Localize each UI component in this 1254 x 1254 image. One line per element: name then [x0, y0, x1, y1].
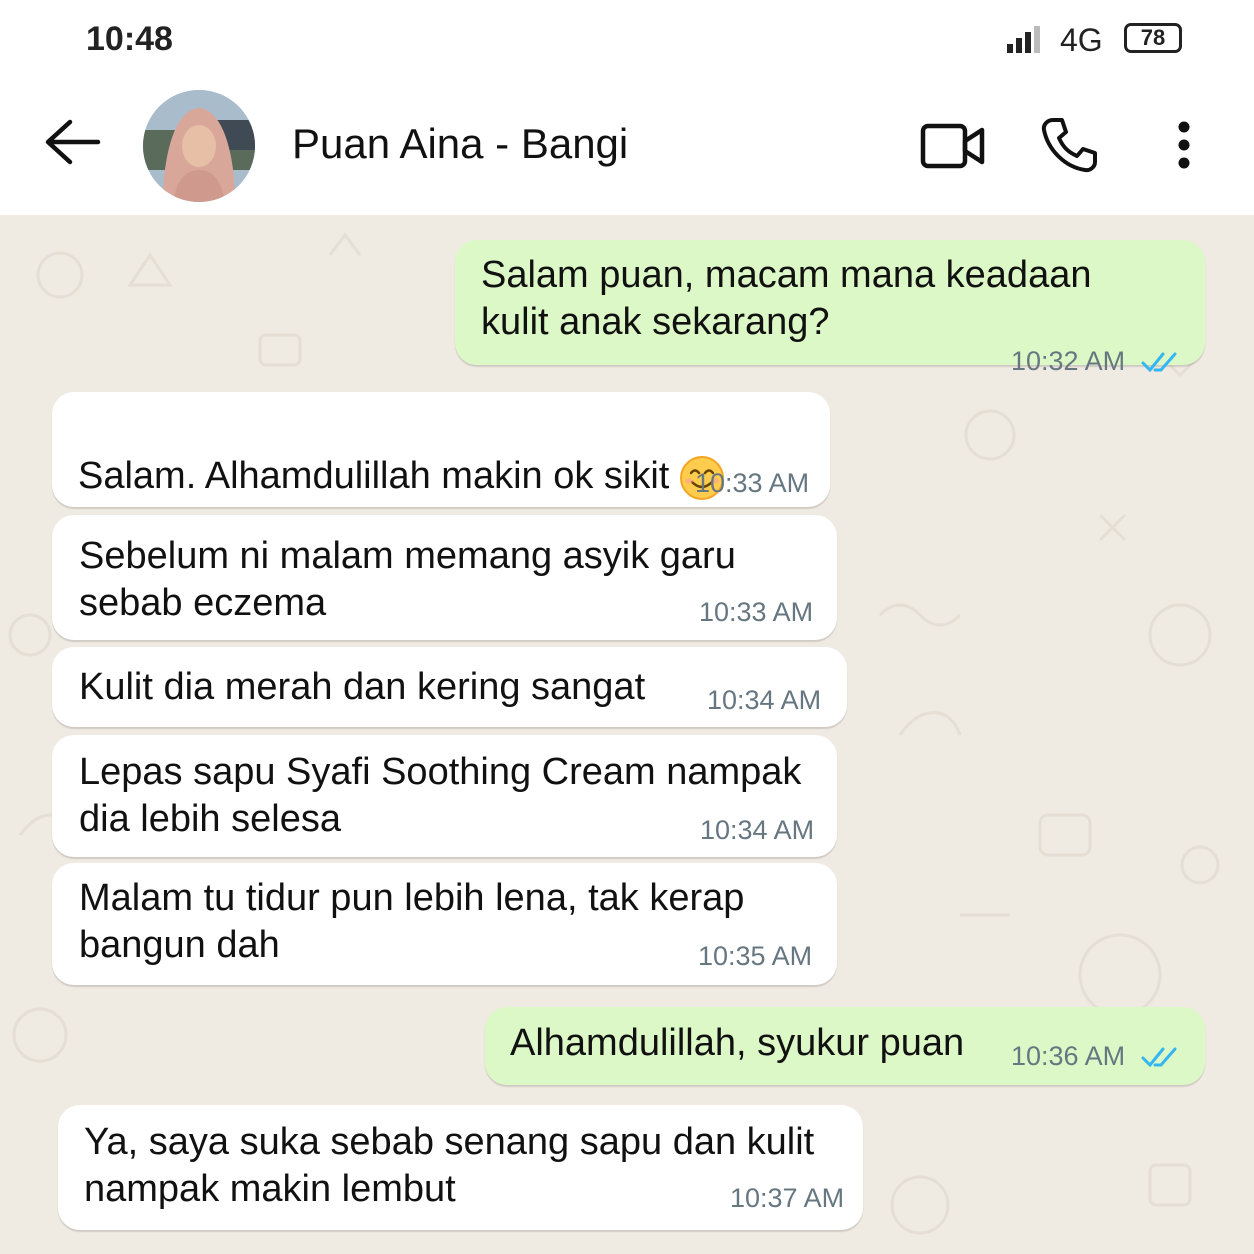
avatar-image — [143, 90, 255, 202]
signal-icon — [1007, 26, 1040, 53]
message-text: Salam puan, macam mana keadaan kulit ana… — [481, 254, 1092, 343]
message-text: Salam. Alhamdulillah makin ok sikit — [78, 406, 725, 501]
message-bubble-incoming[interactable]: Lepas sapu Syafi Soothing Cream nampak d… — [52, 735, 837, 857]
message-bubble-outgoing[interactable]: Alhamdulillah, syukur puan 10:36 AM — [485, 1007, 1205, 1085]
message-bubble-incoming[interactable]: Ya, saya suka sebab senang sapu dan kuli… — [58, 1105, 863, 1230]
battery-level: 78 — [1140, 25, 1166, 50]
status-time: 10:48 — [86, 20, 173, 58]
message-bubble-incoming[interactable]: Sebelum ni malam memang asyik garu sebab… — [52, 515, 837, 640]
read-receipt-icon — [1141, 352, 1177, 373]
message-time: 10:37 AM — [730, 1183, 845, 1213]
message-text: Lepas sapu Syafi Soothing Cream nampak d… — [79, 751, 802, 840]
message-time: 10:33 AM — [695, 468, 810, 498]
message-text: Alhamdulillah, syukur puan — [510, 1022, 965, 1064]
message-text: Kulit dia merah dan kering sangat — [79, 666, 646, 708]
message-text: Ya, saya suka sebab senang sapu dan kuli… — [84, 1121, 815, 1210]
message-bubble-incoming[interactable]: Salam. Alhamdulillah makin ok sikit 10:3… — [52, 392, 830, 507]
contact-name[interactable]: Puan Aina - Bangi — [292, 120, 628, 168]
battery-icon: 78 — [1124, 23, 1182, 53]
network-label: 4G — [1060, 22, 1103, 58]
message-time: 10:34 AM — [700, 815, 815, 845]
chat-area[interactable]: Salam puan, macam mana keadaan kulit ana… — [0, 215, 1254, 1254]
read-receipt-icon — [1141, 1047, 1177, 1068]
message-text: Sebelum ni malam memang asyik garu sebab… — [79, 535, 736, 624]
status-bar: 10:48 4G 78 — [0, 0, 1254, 80]
message-time: 10:35 AM — [698, 941, 813, 971]
message-time: 10:33 AM — [699, 597, 814, 627]
avatar[interactable] — [143, 90, 255, 202]
back-arrow-icon[interactable] — [42, 116, 102, 168]
video-call-icon[interactable] — [920, 122, 986, 170]
message-bubble-incoming[interactable]: Kulit dia merah dan kering sangat 10:34 … — [52, 647, 847, 727]
message-time: 10:34 AM — [707, 685, 822, 715]
message-time: 10:32 AM — [1011, 346, 1126, 376]
more-vert-icon[interactable] — [1174, 120, 1194, 170]
message-bubble-incoming[interactable]: Malam tu tidur pun lebih lena, tak kerap… — [52, 863, 837, 985]
chat-header: Puan Aina - Bangi — [0, 80, 1254, 215]
message-time: 10:36 AM — [1011, 1041, 1126, 1071]
phone-icon[interactable] — [1040, 116, 1098, 174]
message-bubble-outgoing[interactable]: Salam puan, macam mana keadaan kulit ana… — [455, 240, 1205, 376]
message-text-content: Salam. Alhamdulillah makin ok sikit — [78, 455, 670, 497]
message-text: Malam tu tidur pun lebih lena, tak kerap… — [79, 877, 745, 966]
